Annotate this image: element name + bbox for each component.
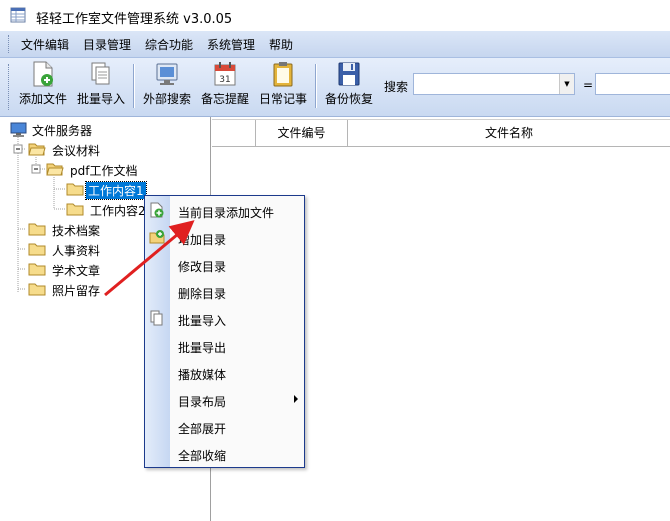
- context-menu: 当前目录添加文件 增加目录 修改目录 删除目录 批量导入 批量导出 播放媒体 目…: [144, 195, 305, 468]
- menu-item-play-media[interactable]: 播放媒体: [145, 359, 304, 386]
- submenu-arrow-icon: [294, 395, 298, 403]
- spreadsheet-icon: [10, 7, 26, 23]
- tree-label: 会议材料: [52, 144, 101, 158]
- external-search-label: 外部搜索: [142, 92, 191, 106]
- menu-item-label: 目录布局: [178, 395, 227, 409]
- daily-notes-label: 日常记事: [258, 92, 307, 106]
- menu-item-edit-directory[interactable]: 修改目录: [145, 251, 304, 278]
- folder-open-icon: [28, 143, 46, 156]
- menu-functions[interactable]: 综合功能: [145, 36, 193, 53]
- window-title: 轻轻工作室文件管理系统 v3.0.05: [36, 12, 233, 27]
- tree-label: 文件服务器: [32, 124, 93, 138]
- menu-item-label: 批量导入: [178, 314, 227, 328]
- svg-text:31: 31: [219, 75, 230, 85]
- external-search-icon: [156, 63, 178, 85]
- daily-notes-button[interactable]: 日常记事: [256, 60, 310, 112]
- external-search-button[interactable]: 外部搜索: [140, 60, 194, 112]
- search-input[interactable]: [595, 73, 670, 95]
- memo-reminder-label: 备忘提醒: [200, 92, 249, 106]
- clipboard-icon: [273, 62, 293, 87]
- column-header-selector[interactable]: [212, 120, 256, 146]
- tree-label: 工作内容2: [90, 204, 146, 218]
- menu-item-batch-export[interactable]: 批量导出: [145, 332, 304, 359]
- menu-item-collapse-all[interactable]: 全部收缩: [145, 440, 304, 467]
- calendar-icon: 31: [214, 62, 236, 86]
- tree-root-file-server[interactable]: 文件服务器: [10, 121, 200, 139]
- menu-item-expand-all[interactable]: 全部展开: [145, 413, 304, 440]
- toolbar-separator: [315, 64, 317, 108]
- folder-icon: [66, 183, 84, 196]
- folder-icon: [28, 263, 46, 276]
- column-header-file-name[interactable]: 文件名称: [348, 120, 670, 146]
- batch-import-label: 批量导入: [76, 92, 125, 106]
- menubar-grip: [8, 35, 11, 53]
- menu-directory[interactable]: 目录管理: [83, 36, 131, 53]
- folder-icon: [28, 243, 46, 256]
- menu-item-batch-import[interactable]: 批量导入: [145, 305, 304, 332]
- search-field-select[interactable]: ▼: [413, 73, 575, 95]
- memo-reminder-button[interactable]: 31 备忘提醒: [198, 60, 252, 112]
- tree-label: 技术档案: [52, 224, 101, 238]
- menu-item-delete-directory[interactable]: 删除目录: [145, 278, 304, 305]
- backup-restore-label: 备份恢复: [324, 92, 373, 106]
- batch-import-icon: [91, 62, 110, 85]
- tree-label: 学术文章: [52, 264, 101, 278]
- folder-icon: [28, 223, 46, 236]
- toolbar-separator: [133, 64, 135, 108]
- menu-item-add-directory[interactable]: 增加目录: [145, 224, 304, 251]
- menu-item-label: 播放媒体: [178, 368, 227, 382]
- menu-system[interactable]: 系统管理: [207, 36, 255, 53]
- menu-bar: 文件编辑 目录管理 综合功能 系统管理 帮助: [0, 31, 670, 58]
- menu-file-edit[interactable]: 文件编辑: [21, 36, 69, 53]
- add-file-icon: [150, 202, 164, 218]
- tree-node-meeting[interactable]: 会议材料: [28, 141, 198, 159]
- tree-label: 照片留存: [52, 284, 101, 298]
- grid-header: 文件编号 文件名称: [212, 119, 670, 147]
- menu-item-label: 当前目录添加文件: [178, 206, 275, 220]
- menu-item-directory-layout[interactable]: 目录布局: [145, 386, 304, 413]
- add-folder-icon: [149, 230, 165, 244]
- folder-icon: [28, 283, 46, 296]
- tree-label: 工作内容1: [85, 181, 147, 200]
- menu-item-label: 增加目录: [178, 233, 227, 247]
- add-file-label: 添加文件: [18, 92, 67, 106]
- equals-label: =: [583, 78, 594, 92]
- menu-item-label: 删除目录: [178, 287, 227, 301]
- tree-label: pdf工作文档: [70, 164, 138, 178]
- menu-item-label: 全部展开: [178, 422, 227, 436]
- title-bar: 轻轻工作室文件管理系统 v3.0.05: [0, 0, 670, 31]
- add-file-icon: [33, 61, 53, 87]
- menu-item-label: 批量导出: [178, 341, 227, 355]
- toolbar-grip: [8, 64, 11, 110]
- menu-item-label: 全部收缩: [178, 449, 227, 463]
- menu-item-label: 修改目录: [178, 260, 227, 274]
- add-file-button[interactable]: 添加文件: [16, 60, 70, 112]
- column-header-file-number[interactable]: 文件编号: [256, 120, 348, 146]
- tree-label: 人事资料: [52, 244, 101, 258]
- search-label: 搜索: [384, 80, 409, 94]
- backup-restore-button[interactable]: 备份恢复: [322, 60, 376, 112]
- batch-import-button[interactable]: 批量导入: [74, 60, 128, 112]
- toolbar: 添加文件 批量导入 外部搜索 31 备忘提醒 日常记事 备份恢复 搜索 ▼ =: [0, 58, 670, 117]
- floppy-disk-icon: [338, 62, 360, 86]
- folder-icon: [66, 203, 84, 216]
- tree-node-pdf-docs[interactable]: pdf工作文档: [46, 161, 206, 179]
- batch-import-icon: [150, 310, 163, 326]
- computer-icon: [10, 122, 27, 137]
- menu-item-add-file-to-current-dir[interactable]: 当前目录添加文件: [145, 197, 304, 224]
- chevron-down-icon[interactable]: ▼: [559, 74, 574, 94]
- folder-open-icon: [46, 163, 64, 176]
- menu-help[interactable]: 帮助: [269, 36, 293, 53]
